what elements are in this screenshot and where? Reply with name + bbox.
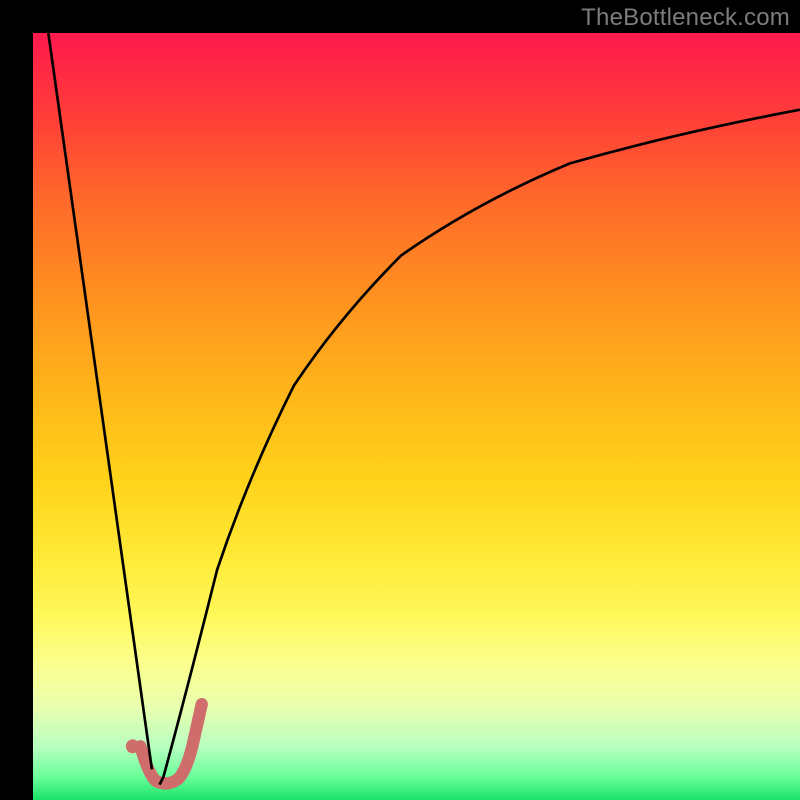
secondary-dot	[126, 739, 140, 753]
chart-svg	[33, 33, 800, 800]
chart-frame: TheBottleneck.com	[0, 0, 800, 800]
primary-right-curve	[160, 110, 800, 785]
primary-left-line	[48, 33, 152, 769]
watermark-text: TheBottleneck.com	[581, 4, 790, 32]
